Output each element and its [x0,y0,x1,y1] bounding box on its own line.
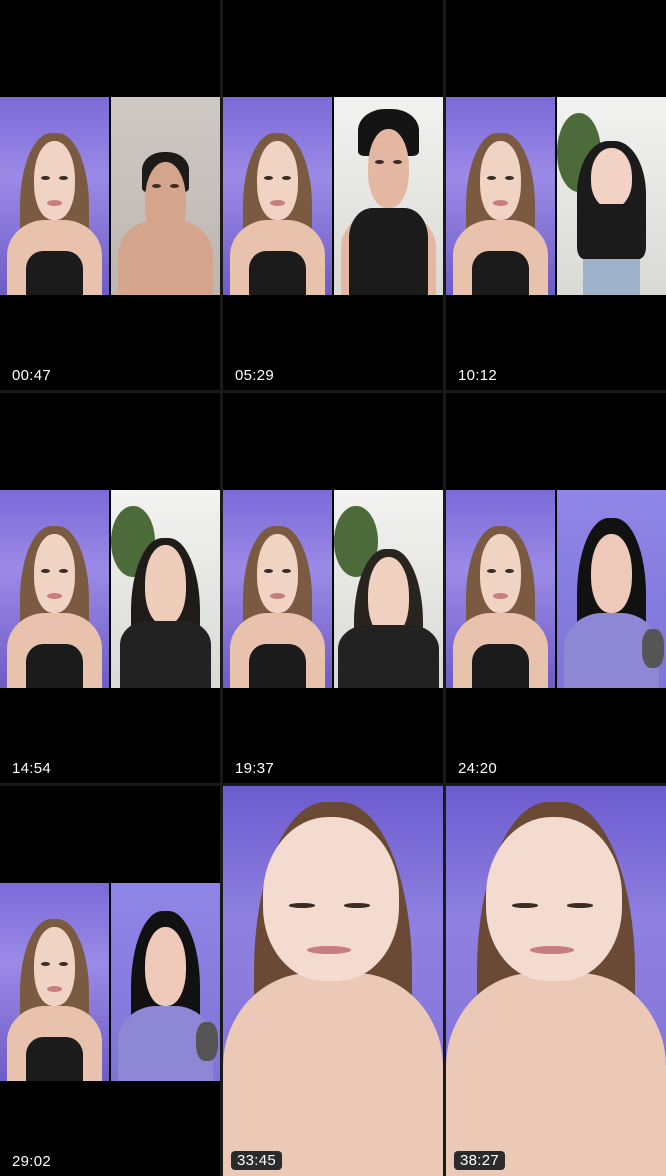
timestamp: 19:37 [235,760,275,777]
right-frame [111,490,220,688]
thumbnail-9[interactable]: 38:27 [446,786,666,1176]
video-frame [223,786,443,1176]
right-frame [334,490,443,688]
thumbnail-5[interactable]: 19:37 [223,393,443,783]
timestamp: 10:12 [458,367,498,384]
timestamp: 33:45 [231,1151,283,1170]
thumbnail-2[interactable]: 05:29 [223,0,443,390]
left-frame [446,97,555,295]
thumbnail-3[interactable]: 10:12 [446,0,666,390]
thumbnail-4[interactable]: 14:54 [0,393,220,783]
right-frame [334,97,443,295]
thumbnail-1[interactable]: 00:47 [0,0,220,390]
left-frame [223,97,332,295]
right-frame [557,490,666,688]
timestamp: 38:27 [454,1151,506,1170]
thumbnail-8[interactable]: 33:45 [223,786,443,1176]
right-frame [111,883,220,1081]
left-frame [446,490,555,688]
right-frame [111,97,220,295]
left-frame [0,97,109,295]
timestamp: 24:20 [458,760,498,777]
timestamp: 05:29 [235,367,275,384]
thumbnail-6[interactable]: 24:20 [446,393,666,783]
left-frame [0,490,109,688]
right-frame [557,97,666,295]
left-frame [223,490,332,688]
video-frame [446,786,666,1176]
timestamp: 14:54 [12,760,52,777]
timestamp: 29:02 [12,1153,52,1170]
thumbnail-7[interactable]: 29:02 [0,786,220,1176]
timestamp: 00:47 [12,367,52,384]
left-frame [0,883,109,1081]
thumbnail-grid: 00:47 05:29 10:12 14:54 19:37 24:20 29:0… [0,0,666,1176]
